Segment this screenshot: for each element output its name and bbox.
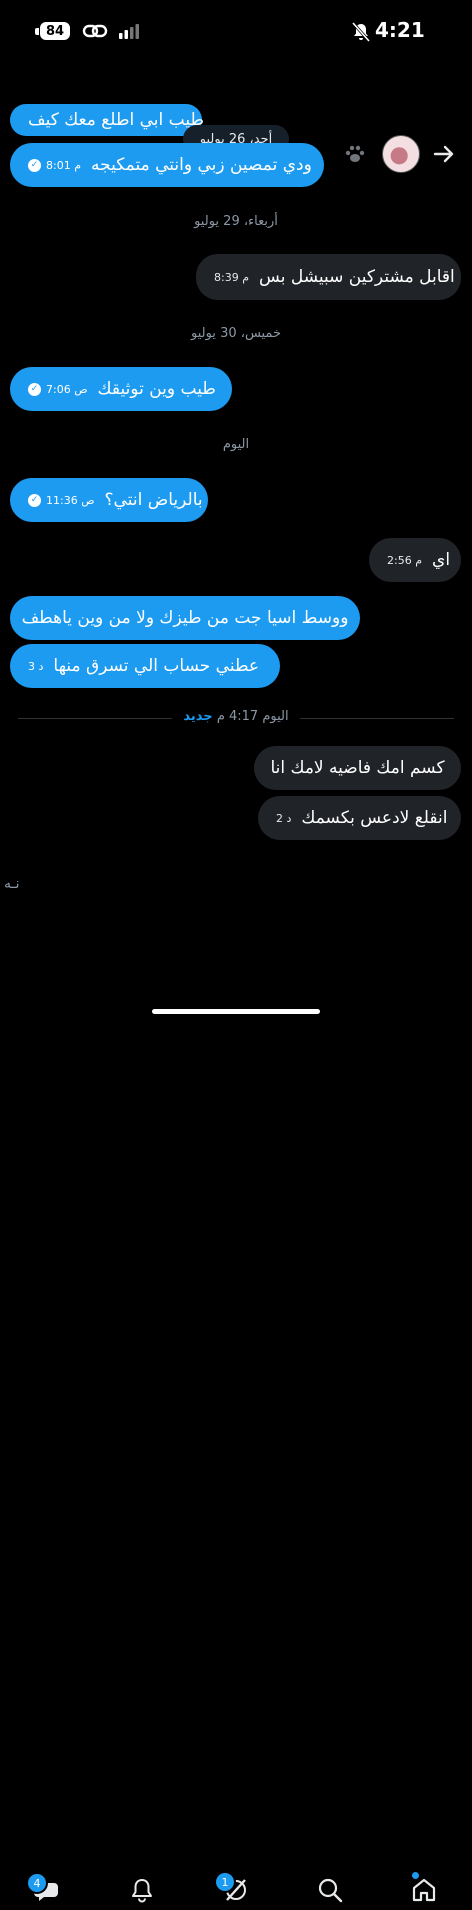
message-bubble-incoming[interactable]: ✓ 11:36 ص بالرياض انتي؟ bbox=[10, 478, 208, 522]
new-divider-line bbox=[18, 718, 172, 719]
new-divider-time: اليوم 4:17 م bbox=[216, 709, 289, 724]
nav-search[interactable] bbox=[310, 1870, 350, 1910]
message-time: 7:06 ص bbox=[46, 382, 88, 396]
message-bubble-outgoing[interactable]: 2 د انقلع لادعس بكسمك bbox=[258, 796, 461, 840]
message-bubble-incoming[interactable]: ووسط اسيا جت من طيزك ولا من وين ياهطف bbox=[10, 596, 360, 640]
new-badge: جديد bbox=[183, 709, 213, 724]
message-meta: 8:39 م bbox=[214, 271, 249, 284]
clock: 4:21 bbox=[375, 18, 425, 42]
message-meta: ✓ 8:01 م bbox=[28, 158, 82, 172]
message-text: بالرياض انتي؟ bbox=[104, 490, 203, 510]
message-time: 8:01 م bbox=[46, 158, 82, 172]
date-separator: اليوم bbox=[222, 437, 250, 452]
message-bubble-incoming[interactable]: ✓ 7:06 ص طيب وين توثيقك bbox=[10, 367, 232, 411]
battery-indicator: 84 bbox=[40, 22, 70, 40]
message-meta: 3 د bbox=[28, 660, 43, 673]
message-time: 2:56 م bbox=[387, 553, 423, 567]
message-text: اي bbox=[432, 550, 451, 570]
message-text: طيب وين توثيقك bbox=[97, 379, 216, 399]
date-separator: خميس، 30 يوليو bbox=[190, 326, 281, 341]
avatar[interactable] bbox=[382, 135, 420, 173]
message-bubble-incoming[interactable]: طيب ابي اطلع معك كيف bbox=[10, 104, 204, 136]
message-text: اقابل مشتركين سبيشل بس bbox=[259, 267, 455, 287]
battery-tip bbox=[35, 28, 39, 35]
message-bubble-incoming[interactable]: 3 د عطني حساب الي تسرق منها bbox=[10, 644, 280, 688]
bell-mute-icon bbox=[352, 22, 370, 42]
message-bubble-outgoing[interactable]: 8:39 م اقابل مشتركين سبيشل بس bbox=[196, 254, 461, 300]
message-text: ودي تمصين زبي وانتي متمكيجه bbox=[91, 155, 312, 175]
message-time: 2 د bbox=[276, 811, 292, 825]
message-bubble-outgoing[interactable]: كسم امك فاضيه لامك انا bbox=[254, 746, 461, 790]
message-meta: 2 د bbox=[276, 812, 291, 825]
new-divider-line bbox=[300, 718, 454, 719]
date-separator: أربعاء، 29 يوليو bbox=[194, 214, 278, 229]
paw-icon bbox=[345, 145, 365, 162]
message-text: طيب ابي اطلع معك كيف bbox=[28, 110, 204, 130]
bottom-navigation: 4 1 bbox=[0, 930, 472, 1903]
grok-badge: 1 bbox=[214, 1871, 236, 1893]
nav-home[interactable] bbox=[404, 1870, 444, 1910]
check-icon: ✓ bbox=[28, 493, 41, 507]
message-text: عطني حساب الي تسرق منها bbox=[53, 656, 260, 676]
new-messages-divider: اليوم 4:17 م جديد bbox=[180, 709, 292, 724]
nav-notifications[interactable] bbox=[122, 1870, 162, 1910]
message-bubble-outgoing[interactable]: 2:56 م اي bbox=[369, 538, 461, 582]
message-meta: ✓ 11:36 ص bbox=[28, 493, 95, 507]
back-arrow-icon[interactable] bbox=[432, 144, 456, 164]
bell-icon bbox=[132, 1879, 152, 1903]
message-text: انقلع لادعس بكسمك bbox=[301, 808, 448, 828]
message-text: ووسط اسيا جت من طيزك ولا من وين ياهطف bbox=[21, 608, 349, 628]
status-bar: 84 4:21 bbox=[0, 0, 472, 64]
message-text: كسم امك فاضيه لامك انا bbox=[270, 758, 445, 778]
message-time: 11:36 ص bbox=[46, 493, 95, 507]
home-indicator[interactable] bbox=[152, 1009, 320, 1014]
search-icon bbox=[318, 1878, 343, 1903]
message-bubble-incoming[interactable]: ✓ 8:01 م ودي تمصين زبي وانتي متمكيجه bbox=[10, 143, 324, 187]
link-icon bbox=[82, 24, 108, 38]
compose-input-text[interactable]: نـه bbox=[4, 876, 20, 892]
message-meta: 2:56 م bbox=[387, 554, 422, 567]
cellular-signal-icon bbox=[119, 24, 139, 39]
home-unread-dot bbox=[412, 1872, 419, 1879]
message-meta: ✓ 7:06 ص bbox=[28, 382, 88, 396]
check-icon: ✓ bbox=[28, 382, 41, 396]
message-time: 3 د bbox=[28, 659, 44, 673]
messages-badge: 4 bbox=[26, 1872, 48, 1894]
home-icon bbox=[412, 1878, 436, 1902]
message-time: 8:39 م bbox=[214, 270, 250, 284]
check-icon: ✓ bbox=[28, 158, 41, 172]
